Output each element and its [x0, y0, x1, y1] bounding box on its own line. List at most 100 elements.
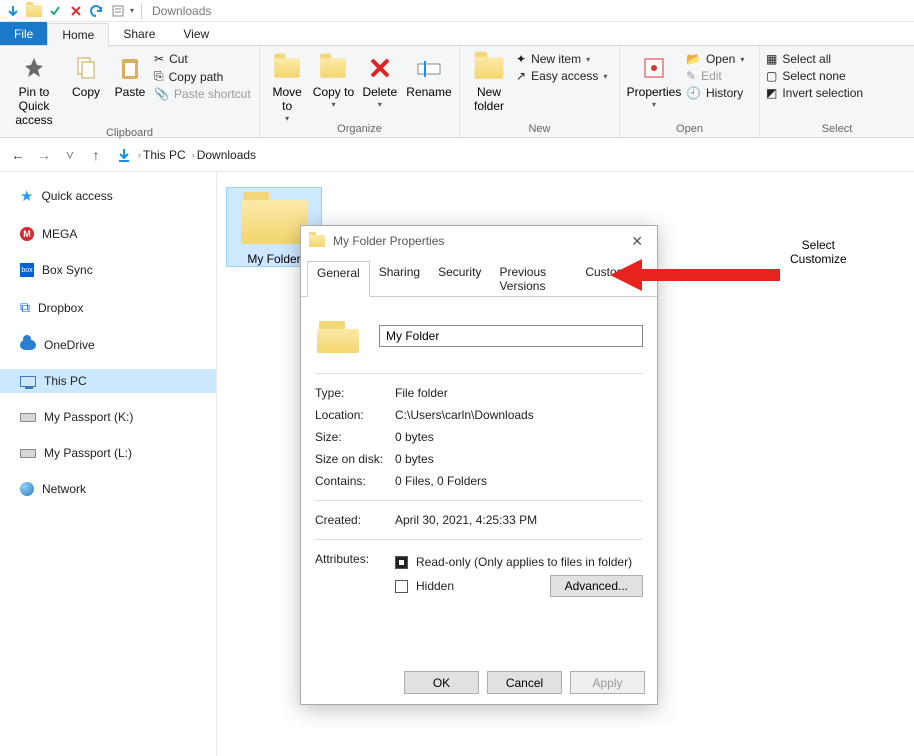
nav-back-button[interactable]: ← [8, 147, 28, 163]
sidebar-item-dropbox[interactable]: ⧉Dropbox [0, 294, 216, 321]
drive-icon [20, 449, 36, 458]
monitor-icon [20, 376, 36, 387]
paste-shortcut-button[interactable]: 📎Paste shortcut [154, 87, 251, 101]
hidden-checkbox[interactable] [395, 580, 408, 593]
newfolder-icon [473, 52, 505, 84]
sidebar-item-passport-l[interactable]: My Passport (L:) [0, 441, 216, 465]
newitem-icon: ✦ [516, 52, 526, 66]
paste-button[interactable]: Paste [110, 50, 150, 100]
sidebar-item-mega[interactable]: MMEGA [0, 222, 216, 246]
invert-selection-button[interactable]: ◩Invert selection [766, 86, 863, 100]
size-on-disk-label: Size on disk: [315, 452, 395, 466]
invert-icon: ◩ [766, 86, 777, 100]
edit-icon: ✎ [686, 69, 696, 83]
props-qat-icon[interactable] [109, 2, 127, 20]
close-icon[interactable]: ✕ [625, 233, 649, 250]
down-arrow-icon[interactable] [4, 2, 22, 20]
home-tab[interactable]: Home [47, 23, 109, 46]
readonly-checkbox[interactable] [395, 556, 408, 569]
sidebar-item-network[interactable]: Network [0, 477, 216, 501]
easy-access-button[interactable]: ↗Easy access ▾ [516, 69, 607, 83]
history-button[interactable]: 🕘History [686, 86, 744, 100]
chevron-right-icon[interactable]: › [192, 150, 195, 160]
copyto-icon [317, 52, 349, 84]
x-red-icon[interactable] [67, 2, 85, 20]
new-folder-button[interactable]: New folder [466, 50, 512, 114]
open-group-label: Open [620, 123, 759, 137]
select-none-button[interactable]: ▢Select none [766, 69, 863, 83]
undo-icon[interactable] [88, 2, 106, 20]
cancel-button[interactable]: Cancel [487, 671, 562, 694]
annotation-arrow [610, 264, 780, 286]
nav-recent-dropdown[interactable]: ˅ [60, 147, 80, 163]
properties-button[interactable]: Properties▾ [626, 50, 682, 109]
chevron-right-icon[interactable]: › [138, 150, 141, 160]
tab-sharing[interactable]: Sharing [370, 261, 429, 297]
tab-security[interactable]: Security [429, 261, 490, 297]
sidebar-item-quick-access[interactable]: ★Quick access [0, 182, 216, 210]
breadcrumb-thispc[interactable]: This PC [143, 148, 186, 162]
qat-dropdown-icon[interactable]: ▾ [130, 6, 134, 15]
folder-icon[interactable] [25, 2, 43, 20]
paste-label: Paste [115, 86, 146, 100]
hidden-label: Hidden [416, 579, 454, 593]
sidebar-item-passport-k[interactable]: My Passport (K:) [0, 405, 216, 429]
sidebar-item-this-pc[interactable]: This PC [0, 369, 216, 393]
organize-group-label: Organize [260, 123, 459, 137]
quick-access-toolbar: ▾ [4, 2, 146, 20]
rename-button[interactable]: Rename [405, 50, 453, 100]
separator [141, 3, 142, 19]
copypath-icon: ⎘ [154, 69, 164, 84]
type-label: Type: [315, 386, 395, 400]
readonly-label: Read-only (Only applies to files in fold… [416, 555, 632, 569]
select-all-button[interactable]: ▦Select all [766, 52, 863, 66]
check-icon[interactable] [46, 2, 64, 20]
copy-button[interactable]: Copy [66, 50, 106, 100]
location-value: C:\Users\carln\Downloads [395, 408, 643, 422]
pin-icon [18, 52, 50, 84]
dialog-tabs: General Sharing Security Previous Versio… [301, 260, 657, 297]
copy-path-button[interactable]: ⎘Copy path [154, 69, 251, 84]
annotation-text: Select Customize [790, 238, 847, 267]
breadcrumb-downloads[interactable]: Downloads [197, 148, 256, 162]
apply-button[interactable]: Apply [570, 671, 645, 694]
sidebar-item-onedrive[interactable]: OneDrive [0, 333, 216, 357]
new-item-button[interactable]: ✦New item ▾ [516, 52, 607, 66]
created-label: Created: [315, 513, 395, 527]
tab-previous-versions[interactable]: Previous Versions [490, 261, 576, 297]
nav-forward-button[interactable]: → [34, 147, 54, 163]
dialog-titlebar[interactable]: My Folder Properties ✕ [301, 226, 657, 256]
delete-icon [364, 52, 396, 84]
dialog-title: My Folder Properties [333, 234, 444, 248]
copy-icon [70, 52, 102, 84]
titlebar: ▾ Downloads [0, 0, 914, 22]
edit-button[interactable]: ✎Edit [686, 69, 744, 83]
dialog-body: Type:File folder Location:C:\Users\carln… [301, 297, 657, 661]
advanced-button[interactable]: Advanced... [550, 575, 643, 597]
pin-label: Pin to Quick access [6, 86, 62, 127]
copy-to-button[interactable]: Copy to▾ [312, 50, 354, 109]
size-value: 0 bytes [395, 430, 643, 444]
open-icon: 📂 [686, 52, 701, 66]
scissors-icon: ✂ [154, 52, 164, 66]
size-on-disk-value: 0 bytes [395, 452, 643, 466]
file-tab[interactable]: File [0, 22, 47, 45]
cut-button[interactable]: ✂Cut [154, 52, 251, 66]
pin-to-quick-access-button[interactable]: Pin to Quick access [6, 50, 62, 127]
box-icon: box [20, 263, 34, 277]
move-to-button[interactable]: Move to▾ [266, 50, 308, 123]
address-bar[interactable]: › This PC› Downloads [112, 143, 906, 167]
nav-up-button[interactable]: ↑ [86, 147, 106, 163]
select-group-label: Select [760, 123, 914, 137]
tab-general[interactable]: General [307, 261, 370, 297]
sidebar-item-box-sync[interactable]: boxBox Sync [0, 258, 216, 282]
ok-button[interactable]: OK [404, 671, 479, 694]
star-icon: ★ [20, 187, 33, 205]
open-button[interactable]: 📂Open ▾ [686, 52, 744, 66]
share-tab[interactable]: Share [109, 22, 169, 45]
drive-icon [20, 413, 36, 422]
view-tab[interactable]: View [169, 22, 223, 45]
folder-name-input[interactable] [379, 325, 643, 347]
moveto-icon [271, 52, 303, 84]
delete-button[interactable]: Delete▾ [359, 50, 401, 109]
